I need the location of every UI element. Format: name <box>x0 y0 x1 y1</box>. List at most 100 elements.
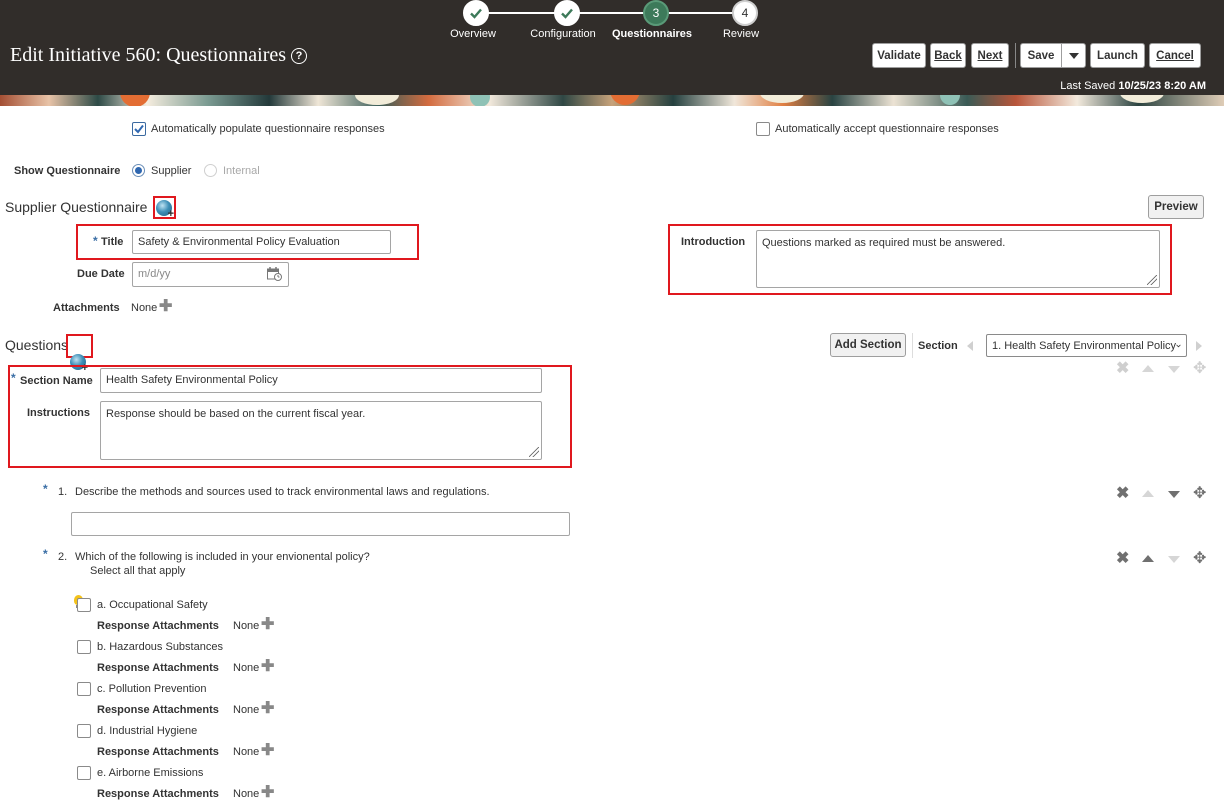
required-indicator: * <box>43 482 48 496</box>
instructions-text: Response should be based on the current … <box>106 408 366 420</box>
response-attachments-label: Response Attachments <box>97 746 219 758</box>
reorder-question-icon[interactable]: ✥ <box>1193 551 1206 567</box>
title-input[interactable]: Safety & Environmental Policy Evaluation <box>132 230 391 254</box>
question-2-number: 2. <box>58 551 68 563</box>
response-attachments-label: Response Attachments <box>97 788 219 800</box>
auto-populate-label: Automatically populate questionnaire res… <box>151 123 385 135</box>
response-attachments-label: Response Attachments <box>97 662 219 674</box>
add-attachment-icon[interactable]: ✚ <box>261 743 274 759</box>
supplier-questionnaire-heading: Supplier Questionnaire <box>5 199 148 215</box>
attachments-label: Attachments <box>53 302 120 314</box>
introduction-textarea[interactable]: Questions marked as required must be ans… <box>756 230 1160 288</box>
due-date-label: Due Date <box>77 268 125 280</box>
reorder-question-icon[interactable]: ✥ <box>1193 486 1206 502</box>
section-name-label: Section Name <box>20 375 93 387</box>
checkmark-icon <box>134 124 144 134</box>
response-attachments-label: Response Attachments <box>97 620 219 632</box>
help-icon[interactable]: ? <box>291 48 307 64</box>
response-attachments-value: None <box>233 704 260 716</box>
option-label: d. Industrial Hygiene <box>97 725 198 737</box>
validate-button[interactable]: Validate <box>872 43 926 68</box>
option-checkbox[interactable] <box>77 724 91 738</box>
due-date-input[interactable]: m/d/yy <box>132 262 289 287</box>
save-button[interactable]: Save <box>1020 43 1062 68</box>
option-label: b. Hazardous Substances <box>97 641 223 653</box>
option-label: c. Pollution Prevention <box>97 683 207 695</box>
add-attachment-icon[interactable]: ✚ <box>159 299 172 315</box>
question-2-text: Which of the following is included in yo… <box>75 551 370 563</box>
launch-button[interactable]: Launch <box>1090 43 1145 68</box>
option-checkbox[interactable] <box>77 640 91 654</box>
add-attachment-icon[interactable]: ✚ <box>261 659 274 675</box>
section-label: Section <box>918 340 958 352</box>
train-label-questionnaires[interactable]: Questionnaires <box>607 28 697 40</box>
move-section-down-icon[interactable] <box>1168 366 1180 373</box>
reorder-section-icon[interactable]: ✥ <box>1193 361 1206 377</box>
option-checkbox[interactable] <box>77 682 91 696</box>
section-name-input[interactable]: Health Safety Environmental Policy <box>100 368 542 393</box>
save-menu-button[interactable] <box>1061 43 1086 68</box>
cancel-button[interactable]: Cancel <box>1149 43 1201 68</box>
last-saved-label: Last Saved <box>1060 80 1116 92</box>
section-select-value: 1. Health Safety Environmental Policy <box>992 339 1177 352</box>
next-section-icon[interactable] <box>1196 341 1202 351</box>
train-stop-configuration[interactable] <box>554 0 580 26</box>
auto-accept-checkbox[interactable] <box>756 122 770 136</box>
move-question-down-icon[interactable] <box>1168 556 1180 563</box>
required-indicator: * <box>43 547 48 561</box>
back-button[interactable]: Back <box>930 43 966 68</box>
introduction-label: Introduction <box>681 236 746 248</box>
train-connector <box>476 12 744 14</box>
last-saved-value: 10/25/23 8:20 AM <box>1118 80 1206 92</box>
instructions-textarea[interactable]: Response should be based on the current … <box>100 401 542 460</box>
add-section-button[interactable]: Add Section <box>830 333 906 357</box>
show-supplier-radio[interactable] <box>132 164 145 177</box>
page-title: Edit Initiative 560: Questionnaires <box>10 44 287 66</box>
delete-question-icon[interactable]: ✖ <box>1116 486 1129 502</box>
move-section-up-icon[interactable] <box>1142 365 1154 372</box>
toolbar-separator <box>1015 43 1016 68</box>
toolbar-separator <box>912 333 913 358</box>
question-2-hint: Select all that apply <box>90 565 186 577</box>
delete-question-icon[interactable]: ✖ <box>1116 551 1129 567</box>
option-label: e. Airborne Emissions <box>97 767 204 779</box>
next-button[interactable]: Next <box>971 43 1009 68</box>
resize-handle-icon[interactable] <box>1147 275 1157 285</box>
question-1-response-input[interactable] <box>71 512 570 536</box>
option-checkbox[interactable] <box>77 598 91 612</box>
decorative-banner <box>0 95 1224 106</box>
previous-section-icon[interactable] <box>967 341 973 351</box>
questions-heading: Questions <box>5 337 69 353</box>
required-indicator: * <box>11 371 16 385</box>
option-checkbox[interactable] <box>77 766 91 780</box>
train-stop-questionnaires[interactable]: 3 <box>643 0 669 26</box>
introduction-text: Questions marked as required must be ans… <box>762 237 1006 249</box>
question-1-number: 1. <box>58 486 68 498</box>
auto-populate-checkbox[interactable] <box>132 122 146 136</box>
title-label: Title <box>101 236 124 248</box>
auto-accept-label: Automatically accept questionnaire respo… <box>775 123 999 135</box>
train-label-review[interactable]: Review <box>696 28 786 40</box>
section-select[interactable]: 1. Health Safety Environmental Policy <box>986 334 1187 357</box>
show-supplier-label: Supplier <box>151 165 192 177</box>
resize-handle-icon[interactable] <box>529 447 539 457</box>
add-attachment-icon[interactable]: ✚ <box>261 785 274 801</box>
move-question-up-icon[interactable] <box>1142 490 1154 497</box>
response-attachments-value: None <box>233 662 260 674</box>
train-label-configuration[interactable]: Configuration <box>518 28 608 40</box>
show-internal-radio[interactable] <box>204 164 217 177</box>
move-question-down-icon[interactable] <box>1168 491 1180 498</box>
train-stop-review[interactable]: 4 <box>732 0 758 26</box>
move-question-up-icon[interactable] <box>1142 555 1154 562</box>
response-attachments-value: None <box>233 788 260 800</box>
calendar-icon[interactable] <box>267 267 282 281</box>
translate-globe-icon[interactable] <box>156 200 174 220</box>
train-label-overview[interactable]: Overview <box>428 28 518 40</box>
train-stop-overview[interactable] <box>463 0 489 26</box>
delete-section-icon[interactable]: ✖ <box>1116 361 1129 377</box>
last-saved: Last Saved 10/25/23 8:20 AM <box>980 80 1206 92</box>
add-attachment-icon[interactable]: ✚ <box>261 701 274 717</box>
preview-button[interactable]: Preview <box>1148 195 1204 219</box>
response-attachments-value: None <box>233 620 260 632</box>
add-attachment-icon[interactable]: ✚ <box>261 617 274 633</box>
